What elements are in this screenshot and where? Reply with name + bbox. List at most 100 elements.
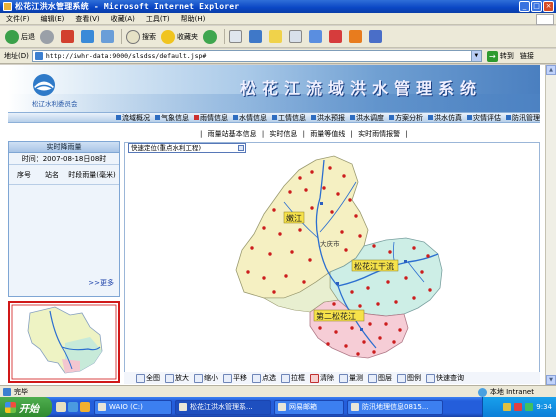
scroll-down-button[interactable]: ▼: [546, 375, 556, 385]
go-button[interactable]: → 转到: [486, 50, 514, 62]
hydro-station-marker[interactable]: [320, 202, 323, 205]
tool-legend[interactable]: 图例: [397, 373, 421, 383]
tray-icon[interactable]: [503, 403, 512, 411]
nav-disaster-assessment[interactable]: 灾情评估: [467, 113, 501, 123]
rain-station-marker[interactable]: [290, 250, 294, 254]
task-button[interactable]: WAIO (C:): [94, 399, 172, 415]
rain-station-marker[interactable]: [332, 302, 336, 306]
mail-button[interactable]: [229, 30, 244, 43]
rain-station-marker[interactable]: [350, 290, 354, 294]
rain-station-marker[interactable]: [308, 258, 312, 262]
menu-favorites[interactable]: 收藏(A): [111, 14, 135, 24]
rain-station-marker[interactable]: [330, 210, 334, 214]
rain-station-marker[interactable]: [348, 198, 352, 202]
nav-basin-overview[interactable]: 流域概况: [116, 113, 150, 123]
rain-station-marker[interactable]: [354, 214, 358, 218]
rain-station-marker[interactable]: [278, 232, 282, 236]
overview-minimap[interactable]: [8, 301, 120, 383]
rain-station-marker[interactable]: [366, 286, 370, 290]
tool-full-extent[interactable]: 全图: [136, 373, 160, 383]
page-scrollbar[interactable]: ▲ ▼: [545, 65, 556, 385]
quick-launch-icon[interactable]: [68, 402, 78, 412]
messenger-button[interactable]: [309, 30, 324, 43]
tool-c-button[interactable]: [369, 30, 384, 43]
tool-pan[interactable]: 平移: [223, 373, 247, 383]
quick-locate-close-button[interactable]: [238, 145, 244, 151]
tool-clear[interactable]: 清除: [310, 373, 334, 383]
maximize-button[interactable]: □: [531, 1, 542, 12]
rain-station-marker[interactable]: [394, 300, 398, 304]
subnav-rain-alarm[interactable]: 实时雨情报警: [358, 130, 400, 138]
home-button[interactable]: [101, 30, 116, 43]
rain-station-marker[interactable]: [356, 352, 360, 356]
task-button[interactable]: 网易邮箱: [274, 399, 344, 415]
rain-station-marker[interactable]: [398, 328, 402, 332]
forward-button[interactable]: [40, 29, 56, 44]
rain-station-marker[interactable]: [358, 304, 362, 308]
rain-station-marker[interactable]: [262, 226, 266, 230]
rain-station-marker[interactable]: [372, 350, 376, 354]
search-button[interactable]: 搜索: [126, 29, 156, 44]
nav-weather[interactable]: 气象信息: [155, 113, 189, 123]
subnav-isohyet[interactable]: 雨量等值线: [310, 130, 345, 138]
links-button[interactable]: 链接: [520, 51, 534, 61]
rain-station-marker[interactable]: [304, 188, 308, 192]
menu-edit[interactable]: 编辑(E): [41, 14, 65, 24]
tray-icon[interactable]: [525, 403, 534, 411]
edit-button[interactable]: [249, 30, 264, 43]
nav-flood-simulation[interactable]: 洪水仿真: [428, 113, 462, 123]
rain-station-marker[interactable]: [284, 274, 288, 278]
rain-station-marker[interactable]: [428, 288, 432, 292]
nav-flood-management[interactable]: 防汛管理: [506, 113, 540, 123]
more-link[interactable]: >>更多: [88, 278, 114, 288]
scroll-up-button[interactable]: ▲: [546, 65, 556, 75]
address-dropdown-button[interactable]: ▼: [470, 51, 481, 61]
close-button[interactable]: ×: [543, 1, 554, 12]
hydro-station-marker[interactable]: [336, 282, 339, 285]
rain-station-marker[interactable]: [344, 248, 348, 252]
back-button[interactable]: 后退: [5, 29, 35, 44]
rain-station-marker[interactable]: [336, 192, 340, 196]
rain-station-marker[interactable]: [310, 170, 314, 174]
rain-station-marker[interactable]: [328, 166, 332, 170]
rain-station-marker[interactable]: [272, 290, 276, 294]
rain-station-marker[interactable]: [334, 330, 338, 334]
rain-station-marker[interactable]: [404, 276, 408, 280]
rain-station-marker[interactable]: [378, 336, 382, 340]
menu-view[interactable]: 查看(V): [75, 14, 99, 24]
start-button[interactable]: 开始: [0, 397, 52, 417]
rain-station-marker[interactable]: [298, 228, 302, 232]
subnav-realtime-info[interactable]: 实时信息: [269, 130, 297, 138]
rain-station-marker[interactable]: [322, 186, 326, 190]
address-input[interactable]: http://iwhr-data:9000/slsdss/default.jsp…: [31, 50, 482, 62]
quick-locate-window[interactable]: 快速定位(重点水利工程): [128, 143, 246, 153]
rain-station-marker[interactable]: [302, 280, 306, 284]
rain-station-marker[interactable]: [342, 174, 346, 178]
quick-launch-icon[interactable]: [80, 402, 90, 412]
rain-station-marker[interactable]: [288, 190, 292, 194]
rain-station-marker[interactable]: [362, 340, 366, 344]
task-button[interactable]: 防汛地理信息0815...: [347, 399, 443, 415]
tool-b-button[interactable]: [349, 30, 364, 43]
rain-station-marker[interactable]: [426, 254, 430, 258]
rain-station-marker[interactable]: [310, 206, 314, 210]
tool-a-button[interactable]: [329, 30, 344, 43]
tray-icon[interactable]: [514, 403, 523, 411]
rain-station-marker[interactable]: [318, 326, 322, 330]
nav-scheme-analysis[interactable]: 方案分析: [389, 113, 423, 123]
nav-engineering[interactable]: 工情信息: [272, 113, 306, 123]
menu-help[interactable]: 帮助(H): [181, 14, 206, 24]
favorites-button[interactable]: 收藏夹: [161, 29, 198, 44]
subnav-station-info[interactable]: 雨量站基本信息: [208, 130, 257, 138]
history-button[interactable]: [203, 29, 219, 44]
refresh-button[interactable]: [81, 30, 96, 43]
rain-station-marker[interactable]: [344, 344, 348, 348]
rain-station-marker[interactable]: [272, 208, 276, 212]
window-title-bar[interactable]: 松花江洪水管理系统 - Microsoft Internet Explorer …: [0, 0, 556, 13]
nav-flood-dispatch[interactable]: 洪水调度: [350, 113, 384, 123]
rain-station-marker[interactable]: [268, 252, 272, 256]
hydro-station-marker[interactable]: [404, 260, 407, 263]
tool-zoom-in[interactable]: 放大: [165, 373, 189, 383]
rain-station-marker[interactable]: [420, 270, 424, 274]
hydro-station-marker[interactable]: [360, 328, 363, 331]
